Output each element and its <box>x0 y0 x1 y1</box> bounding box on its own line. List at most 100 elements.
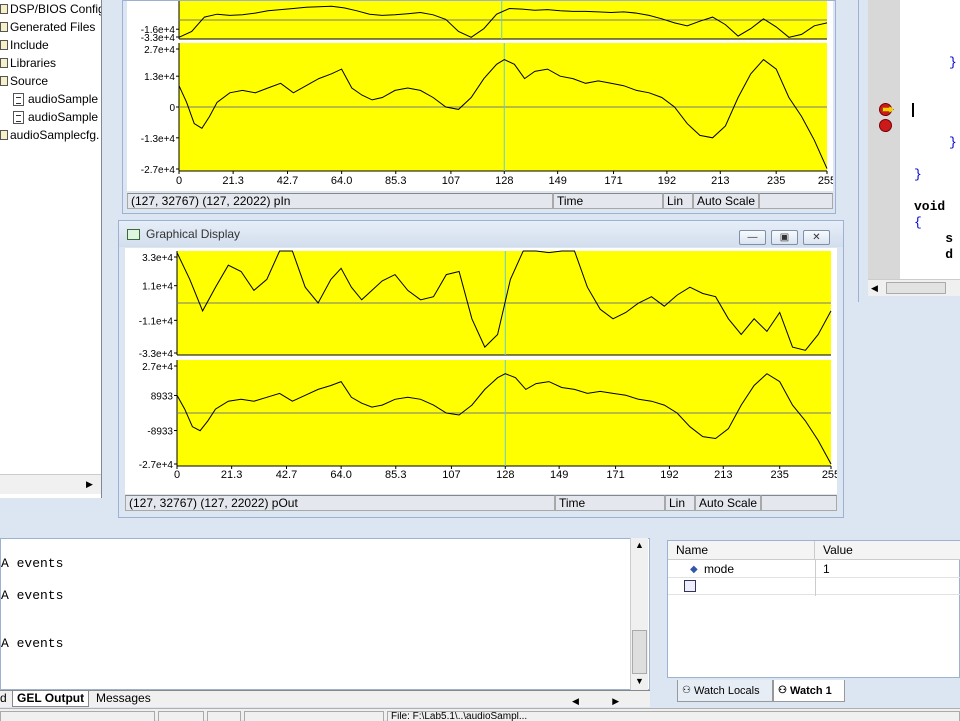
close-button[interactable]: ✕ <box>803 230 830 245</box>
x-tick-label: 149 <box>548 175 566 187</box>
code-line: } <box>949 135 957 150</box>
tab-partial[interactable]: d <box>0 691 11 707</box>
main-status-bar: File: F:\Lab5.1\..\audioSampl... <box>0 708 960 721</box>
x-tick-label: 85.3 <box>385 469 406 481</box>
scroll-right-arrow-icon[interactable]: ▶ <box>612 696 619 706</box>
tree-item-generated-files[interactable]: Generated Files <box>0 18 95 36</box>
y-tick-label: 3.3e+4 <box>142 253 173 264</box>
tab-scroll-arrows[interactable]: ◀ ▶ <box>572 693 630 706</box>
code-line: s <box>914 231 954 246</box>
graphical-display-window-pout: Graphical Display — ▣ ✕ 3.3e+4 1.1e+4 -1.1… <box>118 220 844 518</box>
scroll-right-arrow-icon[interactable]: ▶ <box>86 479 93 490</box>
tree-item-libraries[interactable]: Libraries <box>0 54 56 72</box>
x-tick-label: 21.3 <box>221 469 242 481</box>
watch-row[interactable]: ◆ mode 1 <box>668 561 960 578</box>
watch-locals-icon: ⚇ <box>682 685 691 696</box>
plot-area: 3.3e+4 1.1e+4 -1.1e+4 -3.3e+4 2.7e+4 8933 -893… <box>125 248 840 494</box>
breakpoint-icon[interactable] <box>879 119 892 132</box>
x-tick-label: 42.7 <box>277 175 298 187</box>
watch-variable-value: 1 <box>823 562 830 576</box>
x-tick-label: 0 <box>176 175 182 187</box>
scale-type: Lin <box>665 495 695 511</box>
new-watch-icon[interactable] <box>684 580 696 592</box>
window-title: Graphical Display <box>146 227 241 241</box>
x-tick-label: 149 <box>550 469 568 481</box>
axis-mode: Time <box>553 193 663 209</box>
x-tick-label: 64.0 <box>330 469 351 481</box>
x-tick-label: 213 <box>714 469 732 481</box>
tab-watch-locals[interactable]: ⚇ Watch Locals <box>677 680 773 702</box>
graph-status-bar: (127, 32767) (127, 22022) pIn Time Lin A… <box>127 193 833 211</box>
code-text-area[interactable]: } } } void { s d <box>900 0 960 279</box>
watch-variable-name: mode <box>704 562 735 576</box>
scroll-left-arrow-icon[interactable]: ◀ <box>871 283 878 294</box>
cursor-coords: (127, 32767) (127, 22022) pIn <box>127 193 553 209</box>
y-tick-label: 8933 <box>151 391 174 402</box>
scroll-left-arrow-icon[interactable]: ◀ <box>572 696 579 706</box>
minimize-button[interactable]: — <box>739 230 766 245</box>
tree-item-audiosample-1[interactable]: audioSample <box>13 90 98 108</box>
graph-window-icon <box>127 228 140 240</box>
output-line: A events <box>1 636 64 651</box>
tree-horizontal-scrollbar[interactable]: ▶ <box>0 474 101 494</box>
cursor-coords: (127, 32767) (127, 22022) pOut <box>125 495 555 511</box>
x-tick-label: 213 <box>711 175 729 187</box>
output-vertical-scrollbar[interactable]: ▲ ▼ <box>630 538 648 690</box>
text-cursor <box>912 103 914 117</box>
x-tick-label: 107 <box>442 175 460 187</box>
y-tick-label: -3.3e+4 <box>139 349 174 360</box>
tree-item-dsp-bios-config[interactable]: DSP/BIOS Config <box>0 0 101 18</box>
code-line: void <box>914 199 954 214</box>
y-tick-label: 1.3e+4 <box>144 72 175 83</box>
graph-status-bar: (127, 32767) (127, 22022) pOut Time Lin … <box>125 495 837 513</box>
y-tick-label: 2.7e+4 <box>144 45 175 56</box>
x-tick-label: 42.7 <box>276 469 297 481</box>
status-empty-cell <box>759 193 833 209</box>
y-tick-label: -8933 <box>147 427 173 438</box>
y-tick-label: 2.7e+4 <box>142 362 173 373</box>
x-tick-label: 255 <box>818 175 833 187</box>
tab-messages[interactable]: Messages <box>92 691 155 707</box>
pout-graph-svg: 3.3e+4 1.1e+4 -1.1e+4 -3.3e+4 2.7e+4 8933 -893… <box>139 250 840 481</box>
watch-icon: ⚇ <box>778 685 787 696</box>
x-tick-label: 235 <box>767 175 785 187</box>
file-icon <box>0 130 8 140</box>
watch-row-new[interactable] <box>668 578 960 595</box>
column-header-value[interactable]: Value <box>815 541 960 560</box>
y-tick-label: -3.3e+4 <box>141 33 176 44</box>
window-title-bar[interactable]: Graphical Display <box>119 221 843 247</box>
y-tick-label: -1.3e+4 <box>141 134 176 145</box>
scale-mode: Auto Scale <box>695 495 761 511</box>
scroll-thumb[interactable] <box>886 282 946 294</box>
maximize-button[interactable]: ▣ <box>771 230 798 245</box>
tree-item-audiosamplecfg[interactable]: audioSamplecfg. <box>0 126 99 144</box>
x-tick-label: 128 <box>495 175 513 187</box>
axis-mode: Time <box>555 495 665 511</box>
tab-watch-1[interactable]: ⚇ Watch 1 <box>773 680 845 702</box>
project-tree: DSP/BIOS Config Generated Files Include … <box>0 0 102 498</box>
watch-window: Name Value ◆ mode 1 <box>667 540 960 678</box>
tab-gel-output[interactable]: GEL Output <box>12 691 90 707</box>
file-icon <box>13 92 24 106</box>
tree-item-include[interactable]: Include <box>0 36 49 54</box>
editor-gutter[interactable] <box>868 0 900 279</box>
scroll-up-arrow-icon[interactable]: ▲ <box>635 540 644 550</box>
folder-icon <box>0 58 8 68</box>
y-tick-label: 1.1e+4 <box>142 282 173 293</box>
code-line: d <box>914 247 954 262</box>
editor-horizontal-scrollbar[interactable]: ◀ <box>868 279 960 296</box>
tree-item-audiosample-2[interactable]: audioSample <box>13 108 98 126</box>
folder-icon <box>0 40 8 50</box>
tree-item-source[interactable]: Source <box>0 72 48 90</box>
x-tick-label: 192 <box>658 175 676 187</box>
x-tick-label: 128 <box>496 469 514 481</box>
scroll-down-arrow-icon[interactable]: ▼ <box>635 676 644 686</box>
column-divider <box>815 560 816 596</box>
scroll-thumb[interactable] <box>632 630 647 674</box>
column-header-name[interactable]: Name <box>668 541 815 560</box>
x-tick-label: 235 <box>771 469 789 481</box>
watch-tab-bar: ⚇ Watch Locals ⚇ Watch 1 <box>667 680 960 705</box>
output-window: A events A events A events <box>0 538 650 690</box>
x-tick-label: 0 <box>174 469 180 481</box>
scale-type: Lin <box>663 193 693 209</box>
